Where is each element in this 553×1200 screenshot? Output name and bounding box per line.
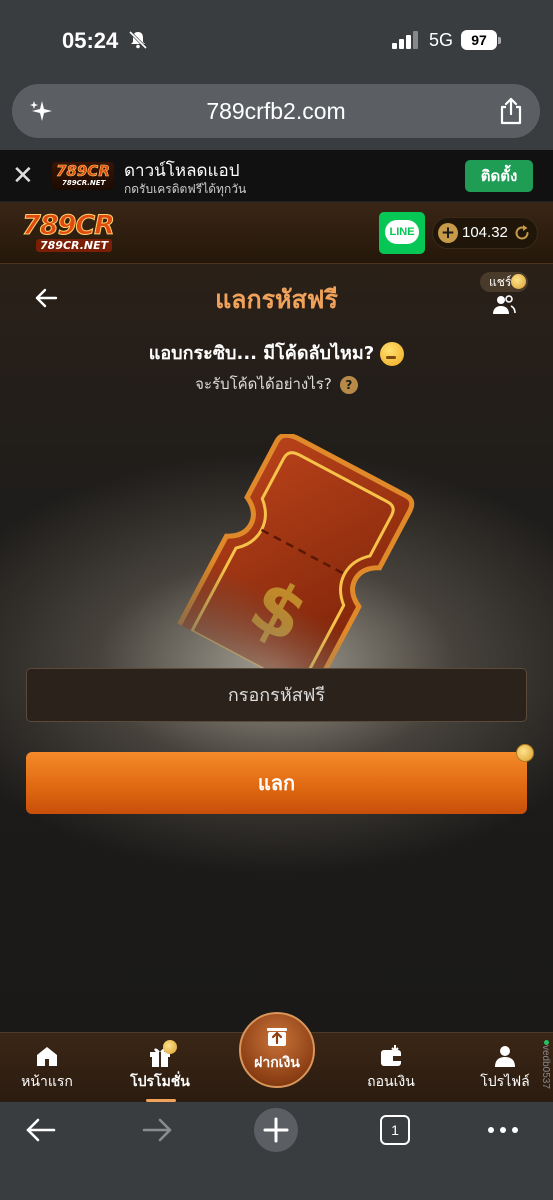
logo-subtext: 789CR.NET (36, 239, 113, 252)
nav-deposit-label: ฝากเงิน (254, 1055, 300, 1071)
bell-off-icon (128, 30, 148, 50)
redeem-code-page: แลกรหัสฟรี แชร์ แอบกระซิบ... มีโค้ดลับไห… (0, 264, 553, 1032)
new-tab-button[interactable] (254, 1108, 298, 1152)
headline-text: แอบกระซิบ... มีโค้ดลับไหม? (148, 343, 375, 364)
code-input-box[interactable] (26, 668, 527, 722)
nav-profile-label: โปรไฟล์ (480, 1074, 530, 1090)
coin-icon (511, 274, 526, 289)
tab-switcher-button[interactable]: 1 (380, 1115, 410, 1145)
battery-icon: 97 (461, 30, 497, 50)
coin-icon (516, 744, 534, 762)
people-icon[interactable] (492, 294, 516, 316)
line-icon: LINE (385, 220, 419, 244)
address-bar[interactable]: 789crfb2.com (12, 84, 540, 138)
coin-icon (163, 1040, 177, 1054)
signal-icon (392, 31, 418, 49)
plus-icon (263, 1117, 289, 1143)
nav-withdraw[interactable]: ถอนเงิน (346, 1045, 436, 1093)
banner-subtitle: กดรับเครดิตฟรีได้ทุกวัน (124, 182, 247, 196)
version-tag: vedb0537 (540, 1045, 551, 1089)
how-to-text: จะรับโค้ดได้อย่างไร? (195, 375, 332, 393)
back-icon[interactable] (24, 1116, 56, 1144)
status-bar: 05:24 5G 97 (0, 0, 553, 80)
share-badge[interactable]: แชร์ (480, 272, 528, 292)
help-icon[interactable]: ? (339, 375, 358, 394)
headline: แอบกระซิบ... มีโค้ดลับไหม? (0, 338, 553, 367)
deposit-icon (267, 1028, 287, 1046)
close-icon[interactable]: ✕ (12, 163, 34, 189)
user-icon (495, 1046, 515, 1067)
logo-text: 789CR (22, 210, 116, 242)
battery-tip (498, 37, 501, 44)
home-icon (37, 1047, 57, 1066)
balance-pill[interactable]: + 104.32 (432, 217, 538, 249)
url-text[interactable]: 789crfb2.com (12, 98, 540, 125)
ticket-illustration: $ (172, 434, 415, 674)
shushing-face-icon (380, 342, 405, 366)
browser-address-area: 789crfb2.com (0, 80, 553, 150)
install-button[interactable]: ติดตั้ง (465, 160, 533, 192)
nav-promotions[interactable]: โปรโมชั่น (115, 1045, 205, 1093)
wallet-icon (381, 1045, 401, 1066)
status-time: 05:24 (62, 28, 119, 53)
more-icon[interactable] (487, 1126, 519, 1134)
nav-profile[interactable]: โปรไฟล์ (460, 1045, 550, 1093)
balance-value: 104.32 (462, 224, 508, 241)
nav-home-label: หน้าแรก (21, 1074, 73, 1090)
nav-withdraw-label: ถอนเงิน (367, 1074, 415, 1090)
app-install-banner: ✕ 789CR 789CR.NET ดาวน์โหลดแอป กดรับเครด… (0, 150, 553, 202)
nav-home[interactable]: หน้าแรก (2, 1045, 92, 1093)
free-code-input[interactable] (27, 669, 526, 721)
how-to-get-code[interactable]: จะรับโค้ดได้อย่างไร?? (0, 372, 553, 396)
add-funds-icon[interactable]: + (438, 223, 458, 243)
site-header: 789CR 789CR.NET LINE + 104.32 (0, 202, 553, 264)
banner-logo-subtext: 789CR.NET (62, 179, 106, 187)
redeem-button[interactable]: แลก (26, 752, 527, 814)
site-logo[interactable]: 789CR 789CR.NET (22, 210, 134, 256)
network-type: 5G (429, 30, 454, 50)
banner-logo-text: 789CR (56, 162, 110, 181)
forward-icon[interactable] (142, 1116, 174, 1144)
page-title: แลกรหัสฟรี (215, 285, 338, 314)
nav-deposit[interactable]: ฝากเงิน (239, 1012, 315, 1088)
banner-logo: 789CR 789CR.NET (52, 162, 114, 190)
share-icon[interactable] (498, 96, 524, 126)
share-label: แชร์ (489, 275, 512, 289)
line-contact-button[interactable]: LINE (379, 212, 425, 254)
refresh-icon[interactable] (513, 224, 531, 242)
browser-toolbar: 1 (0, 1102, 553, 1200)
nav-promotions-label: โปรโมชั่น (130, 1074, 190, 1090)
